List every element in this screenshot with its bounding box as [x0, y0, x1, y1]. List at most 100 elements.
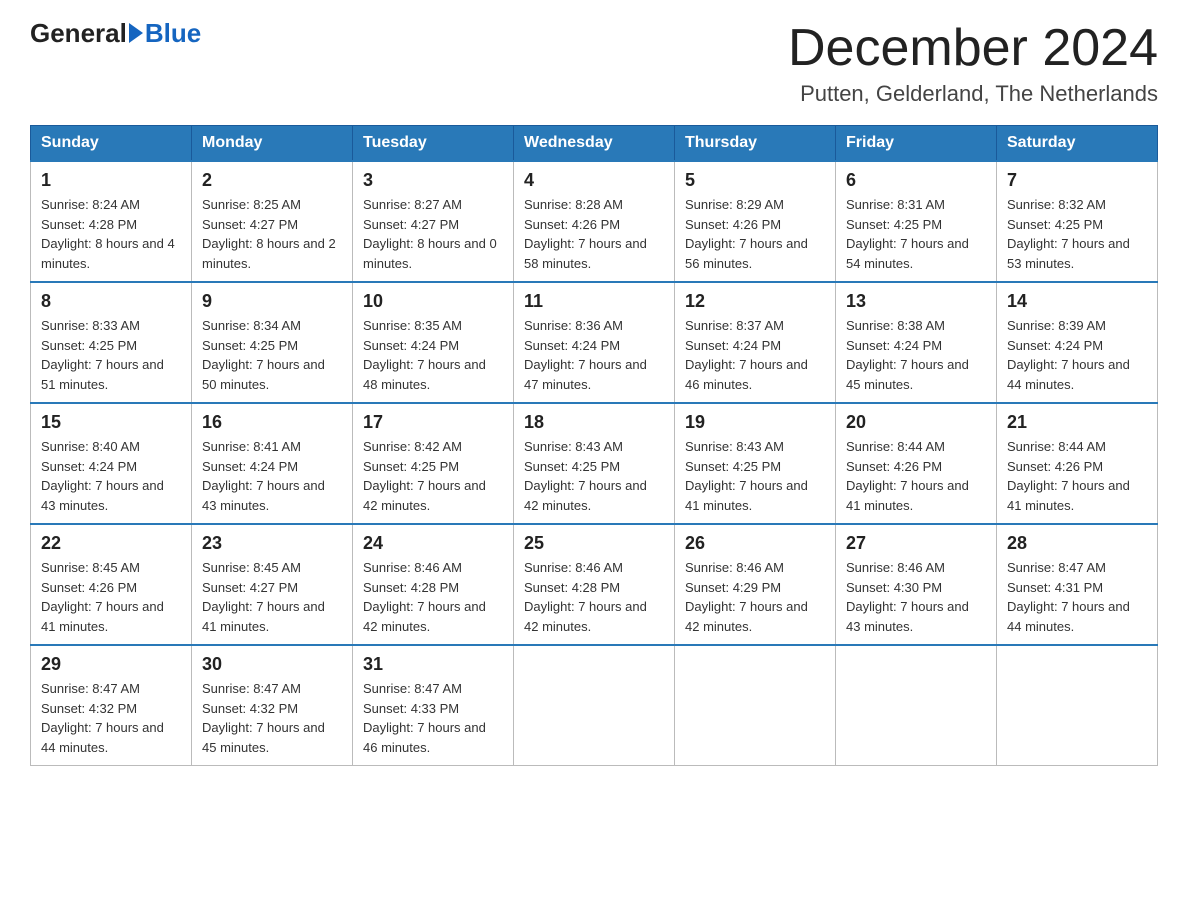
day-number: 14 — [1007, 291, 1147, 312]
weekday-header-friday: Friday — [836, 126, 997, 162]
day-info: Sunrise: 8:24 AMSunset: 4:28 PMDaylight:… — [41, 195, 181, 273]
day-info: Sunrise: 8:40 AMSunset: 4:24 PMDaylight:… — [41, 437, 181, 515]
day-number: 2 — [202, 170, 342, 191]
day-info: Sunrise: 8:35 AMSunset: 4:24 PMDaylight:… — [363, 316, 503, 394]
day-info: Sunrise: 8:28 AMSunset: 4:26 PMDaylight:… — [524, 195, 664, 273]
day-number: 24 — [363, 533, 503, 554]
month-title: December 2024 — [788, 20, 1158, 77]
calendar-cell: 15Sunrise: 8:40 AMSunset: 4:24 PMDayligh… — [31, 403, 192, 524]
day-info: Sunrise: 8:47 AMSunset: 4:31 PMDaylight:… — [1007, 558, 1147, 636]
weekday-header-thursday: Thursday — [675, 126, 836, 162]
day-number: 7 — [1007, 170, 1147, 191]
logo-triangle-icon — [129, 23, 143, 43]
day-info: Sunrise: 8:43 AMSunset: 4:25 PMDaylight:… — [685, 437, 825, 515]
day-info: Sunrise: 8:25 AMSunset: 4:27 PMDaylight:… — [202, 195, 342, 273]
calendar-cell: 2 Sunrise: 8:25 AMSunset: 4:27 PMDaylight… — [192, 161, 353, 282]
day-info: Sunrise: 8:46 AMSunset: 4:30 PMDaylight:… — [846, 558, 986, 636]
day-number: 13 — [846, 291, 986, 312]
calendar-cell: 12 Sunrise: 8:37 AMSunset: 4:24 PMDayligh… — [675, 282, 836, 403]
day-info: Sunrise: 8:42 AMSunset: 4:25 PMDaylight:… — [363, 437, 503, 515]
location-title: Putten, Gelderland, The Netherlands — [788, 81, 1158, 107]
day-number: 21 — [1007, 412, 1147, 433]
week-row-2: 8 Sunrise: 8:33 AMSunset: 4:25 PMDaylight… — [31, 282, 1158, 403]
calendar-cell: 8 Sunrise: 8:33 AMSunset: 4:25 PMDaylight… — [31, 282, 192, 403]
logo: General Blue — [30, 20, 201, 46]
weekday-header-saturday: Saturday — [997, 126, 1158, 162]
day-info: Sunrise: 8:36 AMSunset: 4:24 PMDaylight:… — [524, 316, 664, 394]
day-number: 18 — [524, 412, 664, 433]
day-info: Sunrise: 8:46 AMSunset: 4:29 PMDaylight:… — [685, 558, 825, 636]
day-info: Sunrise: 8:44 AMSunset: 4:26 PMDaylight:… — [846, 437, 986, 515]
day-info: Sunrise: 8:29 AMSunset: 4:26 PMDaylight:… — [685, 195, 825, 273]
weekday-header-row: SundayMondayTuesdayWednesdayThursdayFrid… — [31, 126, 1158, 162]
calendar-cell: 10 Sunrise: 8:35 AMSunset: 4:24 PMDayligh… — [353, 282, 514, 403]
week-row-3: 15Sunrise: 8:40 AMSunset: 4:24 PMDayligh… — [31, 403, 1158, 524]
calendar-cell: 31Sunrise: 8:47 AMSunset: 4:33 PMDayligh… — [353, 645, 514, 766]
day-number: 10 — [363, 291, 503, 312]
calendar-cell: 7Sunrise: 8:32 AMSunset: 4:25 PMDaylight… — [997, 161, 1158, 282]
day-number: 16 — [202, 412, 342, 433]
day-number: 23 — [202, 533, 342, 554]
calendar-cell: 18 Sunrise: 8:43 AMSunset: 4:25 PMDayligh… — [514, 403, 675, 524]
day-number: 26 — [685, 533, 825, 554]
day-number: 17 — [363, 412, 503, 433]
day-info: Sunrise: 8:37 AMSunset: 4:24 PMDaylight:… — [685, 316, 825, 394]
day-info: Sunrise: 8:27 AMSunset: 4:27 PMDaylight:… — [363, 195, 503, 273]
calendar-cell: 1 Sunrise: 8:24 AMSunset: 4:28 PMDaylight… — [31, 161, 192, 282]
calendar-table: SundayMondayTuesdayWednesdayThursdayFrid… — [30, 125, 1158, 766]
day-number: 5 — [685, 170, 825, 191]
day-number: 20 — [846, 412, 986, 433]
day-info: Sunrise: 8:47 AMSunset: 4:32 PMDaylight:… — [202, 679, 342, 757]
calendar-cell: 22 Sunrise: 8:45 AMSunset: 4:26 PMDayligh… — [31, 524, 192, 645]
week-row-5: 29 Sunrise: 8:47 AMSunset: 4:32 PMDayligh… — [31, 645, 1158, 766]
logo-general-text: General — [30, 20, 127, 46]
logo-blue-text: Blue — [145, 20, 201, 46]
calendar-cell — [997, 645, 1158, 766]
day-number: 25 — [524, 533, 664, 554]
day-info: Sunrise: 8:45 AMSunset: 4:26 PMDaylight:… — [41, 558, 181, 636]
day-info: Sunrise: 8:44 AMSunset: 4:26 PMDaylight:… — [1007, 437, 1147, 515]
calendar-cell: 28 Sunrise: 8:47 AMSunset: 4:31 PMDayligh… — [997, 524, 1158, 645]
header: General Blue December 2024 Putten, Gelde… — [30, 20, 1158, 107]
day-info: Sunrise: 8:39 AMSunset: 4:24 PMDaylight:… — [1007, 316, 1147, 394]
day-info: Sunrise: 8:33 AMSunset: 4:25 PMDaylight:… — [41, 316, 181, 394]
weekday-header-sunday: Sunday — [31, 126, 192, 162]
day-info: Sunrise: 8:41 AMSunset: 4:24 PMDaylight:… — [202, 437, 342, 515]
calendar-cell — [675, 645, 836, 766]
calendar-cell: 5 Sunrise: 8:29 AMSunset: 4:26 PMDaylight… — [675, 161, 836, 282]
calendar-cell — [514, 645, 675, 766]
calendar-cell: 26 Sunrise: 8:46 AMSunset: 4:29 PMDayligh… — [675, 524, 836, 645]
day-info: Sunrise: 8:34 AMSunset: 4:25 PMDaylight:… — [202, 316, 342, 394]
day-number: 4 — [524, 170, 664, 191]
day-number: 27 — [846, 533, 986, 554]
day-info: Sunrise: 8:43 AMSunset: 4:25 PMDaylight:… — [524, 437, 664, 515]
day-number: 31 — [363, 654, 503, 675]
day-number: 29 — [41, 654, 181, 675]
calendar-cell: 14 Sunrise: 8:39 AMSunset: 4:24 PMDayligh… — [997, 282, 1158, 403]
day-info: Sunrise: 8:46 AMSunset: 4:28 PMDaylight:… — [363, 558, 503, 636]
calendar-cell: 6Sunrise: 8:31 AMSunset: 4:25 PMDaylight… — [836, 161, 997, 282]
weekday-header-tuesday: Tuesday — [353, 126, 514, 162]
calendar-cell: 25 Sunrise: 8:46 AMSunset: 4:28 PMDayligh… — [514, 524, 675, 645]
calendar-cell: 27 Sunrise: 8:46 AMSunset: 4:30 PMDayligh… — [836, 524, 997, 645]
calendar-cell: 9Sunrise: 8:34 AMSunset: 4:25 PMDaylight… — [192, 282, 353, 403]
weekday-header-wednesday: Wednesday — [514, 126, 675, 162]
calendar-cell: 16 Sunrise: 8:41 AMSunset: 4:24 PMDayligh… — [192, 403, 353, 524]
day-number: 12 — [685, 291, 825, 312]
week-row-1: 1 Sunrise: 8:24 AMSunset: 4:28 PMDaylight… — [31, 161, 1158, 282]
day-number: 28 — [1007, 533, 1147, 554]
calendar-cell: 24 Sunrise: 8:46 AMSunset: 4:28 PMDayligh… — [353, 524, 514, 645]
calendar-cell: 30 Sunrise: 8:47 AMSunset: 4:32 PMDayligh… — [192, 645, 353, 766]
day-info: Sunrise: 8:45 AMSunset: 4:27 PMDaylight:… — [202, 558, 342, 636]
calendar-cell: 21 Sunrise: 8:44 AMSunset: 4:26 PMDayligh… — [997, 403, 1158, 524]
day-number: 8 — [41, 291, 181, 312]
day-info: Sunrise: 8:46 AMSunset: 4:28 PMDaylight:… — [524, 558, 664, 636]
day-info: Sunrise: 8:38 AMSunset: 4:24 PMDaylight:… — [846, 316, 986, 394]
weekday-header-monday: Monday — [192, 126, 353, 162]
calendar-cell: 11Sunrise: 8:36 AMSunset: 4:24 PMDayligh… — [514, 282, 675, 403]
day-number: 1 — [41, 170, 181, 191]
calendar-cell: 4 Sunrise: 8:28 AMSunset: 4:26 PMDaylight… — [514, 161, 675, 282]
day-number: 22 — [41, 533, 181, 554]
day-number: 30 — [202, 654, 342, 675]
calendar-cell: 19Sunrise: 8:43 AMSunset: 4:25 PMDayligh… — [675, 403, 836, 524]
